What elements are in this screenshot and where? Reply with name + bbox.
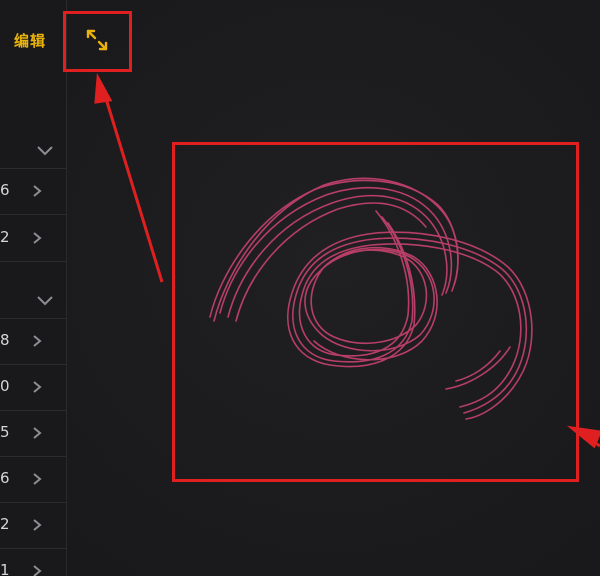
list-item[interactable]: 6 [0, 168, 66, 215]
list-item[interactable]: 2 [0, 215, 66, 262]
list-item[interactable]: 8 [0, 318, 66, 365]
chevron-right-icon [33, 473, 42, 485]
list-item-value: 6 [0, 469, 10, 487]
chevron-right-icon [33, 185, 42, 197]
chevron-right-icon [33, 519, 42, 531]
highlight-box-canvas [172, 142, 579, 482]
list-item[interactable]: 6 [0, 456, 66, 503]
list-item[interactable]: 0 [0, 364, 66, 411]
list-item-value: 5 [0, 423, 10, 441]
chevron-right-icon [33, 381, 42, 393]
chevron-right-icon [33, 565, 42, 576]
app-window: 编辑 6 2 8 0 5 6 2 1 [0, 0, 600, 576]
list-item-value: 8 [0, 331, 10, 349]
edit-button[interactable]: 编辑 [14, 30, 46, 51]
list-item[interactable]: 5 [0, 410, 66, 457]
list-item-value: 2 [0, 515, 10, 533]
list-item[interactable]: 1 [0, 548, 66, 576]
chevron-right-icon [33, 335, 42, 347]
chevron-right-icon [33, 427, 42, 439]
list-item-value: 6 [0, 181, 10, 199]
chevron-down-icon[interactable] [36, 293, 54, 307]
highlight-box-expand [63, 11, 132, 72]
chevron-right-icon [33, 232, 42, 244]
list-item[interactable]: 2 [0, 502, 66, 549]
arrow-head-icon [94, 72, 113, 104]
list-item-value: 1 [0, 561, 10, 576]
sidebar: 编辑 6 2 8 0 5 6 2 1 [0, 0, 67, 576]
list-item-value: 0 [0, 377, 10, 395]
list-item-value: 2 [0, 228, 10, 246]
chevron-down-icon[interactable] [36, 143, 54, 157]
